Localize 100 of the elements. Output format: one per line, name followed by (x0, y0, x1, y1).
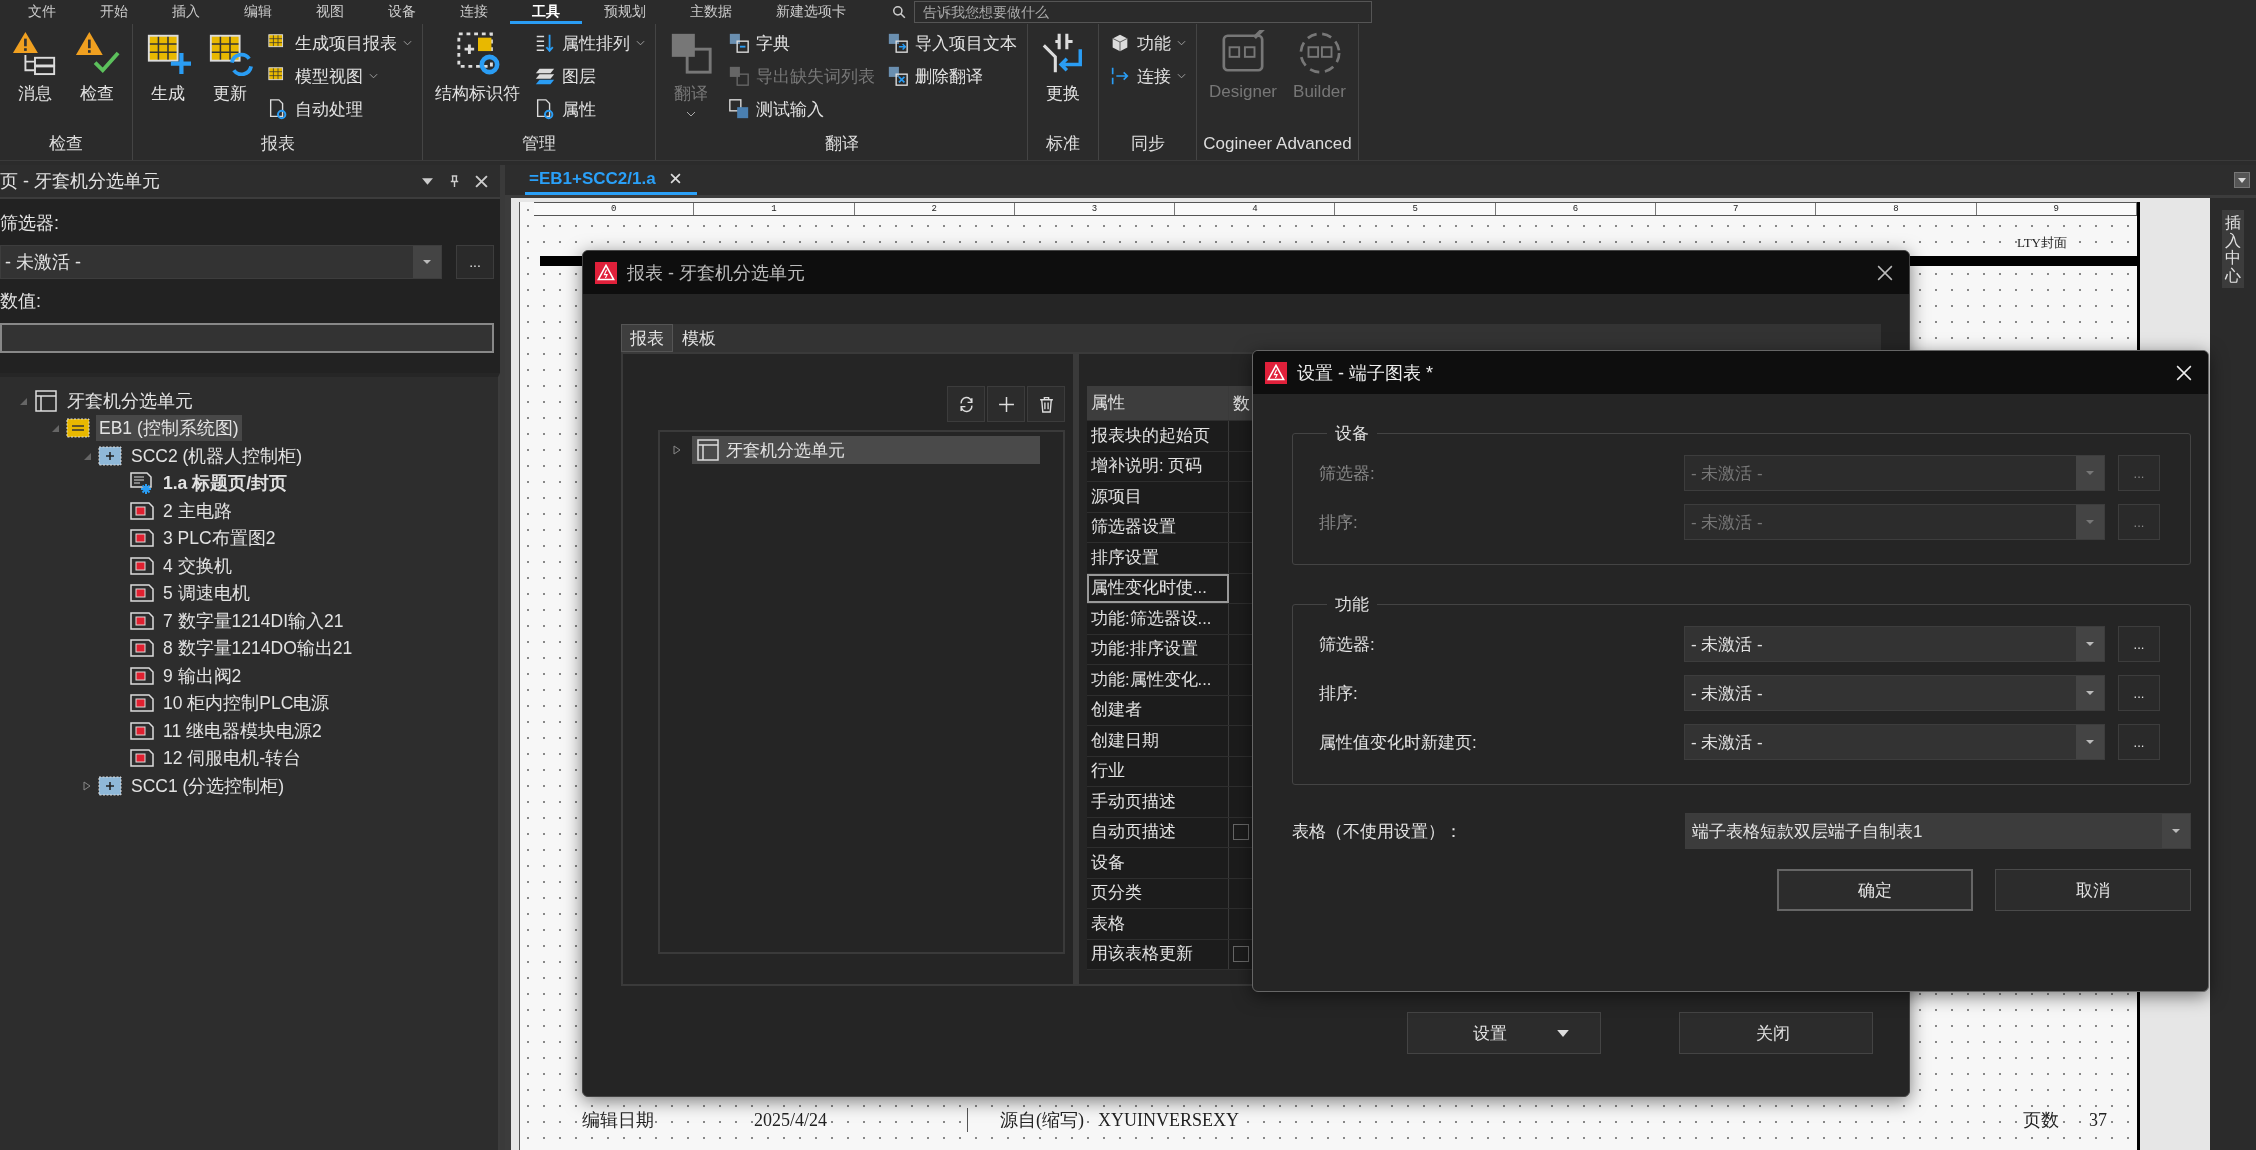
ribbon-button[interactable]: 更新 (201, 28, 259, 107)
ribbon-button[interactable]: 测试输入 (724, 94, 879, 124)
property-name[interactable]: 源项目 (1087, 482, 1229, 512)
ribbon-button[interactable]: 结构标识符 (429, 28, 526, 107)
more-button[interactable]: ... (456, 245, 494, 279)
close-icon[interactable] (1877, 264, 1893, 281)
option-dropdown[interactable]: - 未激活 - (1684, 724, 2105, 760)
more-button[interactable]: ... (2118, 675, 2160, 711)
menu-tab[interactable]: 编辑 (222, 0, 294, 24)
property-name[interactable]: 功能:筛选器设... (1087, 604, 1229, 634)
property-name[interactable]: 手动页描述 (1087, 787, 1229, 817)
tree-item[interactable]: 5 调速电机 (160, 580, 253, 607)
pin-icon[interactable] (448, 174, 461, 188)
filter-dropdown[interactable]: - 未激活 - (0, 245, 442, 279)
property-name[interactable]: 行业 (1087, 756, 1229, 786)
field-label: 源自(缩写) (967, 1108, 1084, 1132)
property-name[interactable]: 表格 (1087, 909, 1229, 939)
menu-tab[interactable]: 插入 (150, 0, 222, 24)
cover-page-icon (130, 471, 154, 496)
tree-item[interactable]: 12 伺服电机-转台 (160, 745, 305, 772)
tree-item[interactable]: EB1 (控制系统图) (96, 415, 242, 442)
more-button[interactable]: ... (2118, 724, 2160, 760)
menu-tab[interactable]: 设备 (366, 0, 438, 24)
dialog-tab[interactable]: 报表 (621, 324, 673, 352)
tree-item[interactable]: 牙套机分选单元 (692, 436, 1040, 464)
checkbox[interactable] (1233, 946, 1249, 963)
ribbon-button[interactable]: 生成 (139, 28, 197, 107)
close-icon[interactable] (475, 174, 488, 188)
property-name[interactable]: 自动页描述 (1087, 817, 1229, 847)
menu-tab[interactable]: 预规划 (582, 0, 668, 24)
property-name[interactable]: 页分类 (1087, 878, 1229, 908)
ribbon-button[interactable]: 自动处理 (263, 94, 416, 124)
tree-item[interactable]: 牙套机分选单元 (64, 387, 196, 414)
ribbon-button[interactable]: 连接 (1105, 61, 1190, 91)
ribbon-button[interactable]: 更换 (1034, 28, 1092, 107)
add-button[interactable] (987, 386, 1025, 422)
ribbon-button[interactable]: 模型视图 (263, 61, 416, 91)
tree-item[interactable]: 10 柜内控制PLC电源 (160, 690, 333, 717)
expander-icon[interactable] (50, 423, 60, 434)
menu-tab[interactable]: 主数据 (668, 0, 754, 24)
value-field[interactable] (0, 323, 494, 353)
menu-tab[interactable]: 新建选项卡 (754, 0, 868, 24)
column-number: 0 (534, 203, 695, 215)
dropdown-icon[interactable] (2234, 172, 2250, 188)
ribbon-button[interactable]: 属性排列 (530, 28, 649, 58)
ribbon-button[interactable]: 检查 (68, 28, 126, 107)
menu-tab[interactable]: 视图 (294, 0, 366, 24)
tree-item[interactable]: SCC2 (机器人控制柜) (128, 442, 306, 469)
checkbox[interactable] (1233, 824, 1249, 841)
dialog-button[interactable]: 设置 (1407, 1012, 1601, 1054)
expander-icon[interactable] (82, 780, 92, 791)
tree-item[interactable]: 1.a 标题页/封页 (160, 470, 291, 497)
tree-item[interactable]: 4 交换机 (160, 552, 235, 579)
close-icon[interactable] (669, 173, 681, 184)
delete-button[interactable] (1027, 386, 1065, 422)
property-name[interactable]: 设备 (1087, 848, 1229, 878)
more-button[interactable]: ... (2118, 626, 2160, 662)
document-tab[interactable]: =EB1+SCC2/1.a (525, 165, 697, 195)
option-dropdown[interactable]: - 未激活 - (1684, 626, 2105, 662)
property-name[interactable]: 报表块的起始页 (1087, 421, 1229, 451)
tree-item[interactable]: 2 主电路 (160, 497, 235, 524)
refresh-button[interactable] (947, 386, 985, 422)
expander-icon[interactable] (672, 445, 682, 455)
ribbon-button[interactable]: 功能 (1105, 28, 1190, 58)
ribbon-button[interactable]: 消息 (6, 28, 64, 107)
tree-item[interactable]: 9 输出阀2 (160, 662, 245, 689)
ribbon-button[interactable]: 导入项目文本 (883, 28, 1021, 58)
property-name[interactable]: 增补说明: 页码 (1087, 451, 1229, 481)
ribbon-button[interactable]: 删除翻译 (883, 61, 1021, 91)
dialog-tab[interactable]: 模板 (673, 324, 725, 352)
table-dropdown[interactable]: 端子表格短款双层端子自制表1 (1685, 813, 2191, 849)
menu-tab[interactable]: 文件 (6, 0, 78, 24)
dialog-button[interactable]: 关闭 (1679, 1012, 1873, 1054)
dialog-button[interactable]: 确定 (1777, 869, 1973, 911)
ribbon-button[interactable]: 生成项目报表 (263, 28, 416, 58)
ribbon-button[interactable]: 字典 (724, 28, 879, 58)
tree-item[interactable]: 8 数字量1214DO输出21 (160, 635, 356, 662)
property-name[interactable]: 功能:排序设置 (1087, 634, 1229, 664)
filter-label: 筛选器: (0, 212, 60, 235)
side-panel-tab[interactable]: 插入中心 (2222, 210, 2244, 289)
ribbon-button[interactable]: 图层 (530, 61, 649, 91)
option-dropdown[interactable]: - 未激活 - (1684, 675, 2105, 711)
property-name[interactable]: 功能:属性变化... (1087, 665, 1229, 695)
tree-item[interactable]: 3 PLC布置图2 (160, 525, 279, 552)
tree-item[interactable]: SCC1 (分选控制柜) (128, 772, 288, 799)
dialog-button[interactable]: 取消 (1995, 869, 2191, 911)
tree-item[interactable]: 11 继电器模块电源2 (160, 717, 325, 744)
menu-tab[interactable]: 连接 (438, 0, 510, 24)
property-name[interactable]: 用该表格更新 (1087, 939, 1229, 969)
menu-tab[interactable]: 开始 (78, 0, 150, 24)
tree-item[interactable]: 7 数字量1214DI输入21 (160, 607, 347, 634)
ribbon-button[interactable]: 属性 (530, 94, 649, 124)
property-name[interactable]: 属性变化时使... (1087, 573, 1229, 603)
property-name[interactable]: 创建日期 (1087, 726, 1229, 756)
property-name[interactable]: 创建者 (1087, 695, 1229, 725)
group-label: 标准 (1045, 133, 1081, 155)
column-number: 2 (854, 203, 1015, 215)
search-field[interactable]: 告诉我您想要做什么 (914, 1, 1372, 23)
property-name[interactable]: 排序设置 (1087, 543, 1229, 573)
property-name[interactable]: 筛选器设置 (1087, 512, 1229, 542)
